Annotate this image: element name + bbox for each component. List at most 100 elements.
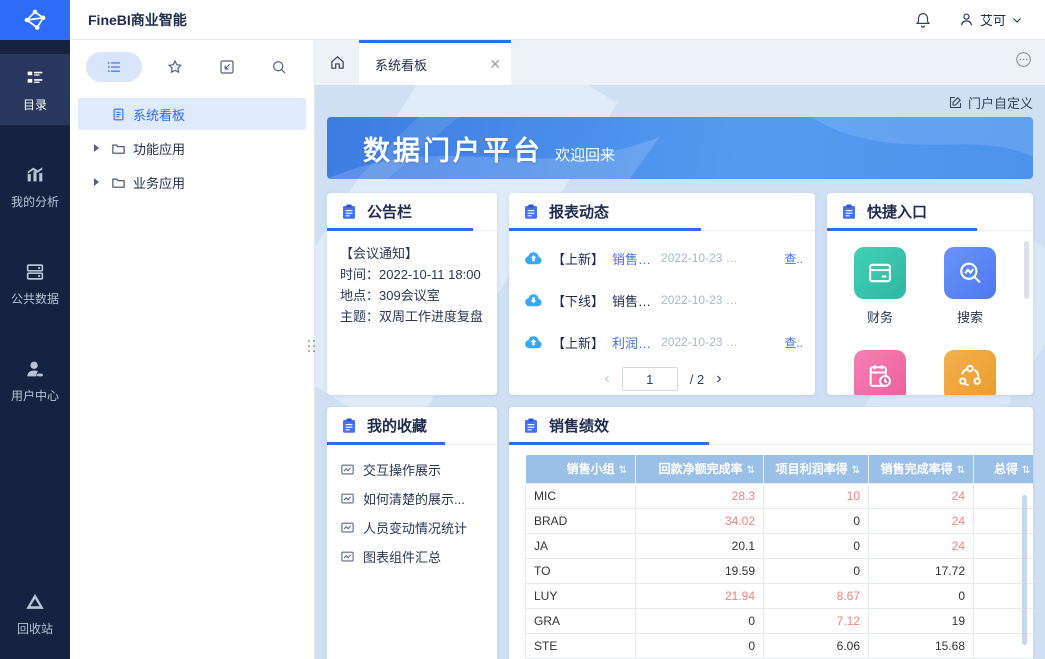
value-cell: 34.02 [636, 508, 764, 533]
sort-icon[interactable]: ⇅ [747, 465, 755, 476]
card-header: 快捷入口 [827, 193, 1033, 231]
tree-item-function-apps[interactable]: 功能应用 [78, 132, 306, 164]
view-link[interactable]: 查.. [784, 334, 803, 351]
quick-entry-card: 快捷入口 财务 [827, 193, 1033, 395]
logo-network-icon [22, 7, 48, 33]
notification-bell-icon[interactable] [910, 7, 936, 33]
report-item[interactable]: 【下线】 销售… 2022-10-23 … [523, 279, 803, 321]
card-title: 公告栏 [367, 201, 412, 222]
sort-icon[interactable]: ⇅ [619, 465, 627, 476]
tree-item-business-apps[interactable]: 业务应用 [78, 166, 306, 198]
column-header[interactable]: 项目利润率得⇅ [764, 455, 869, 483]
clipboard-icon [340, 417, 358, 435]
folder-icon [111, 175, 126, 190]
quick-tile-search[interactable]: 搜索 [944, 247, 996, 326]
favorites-star-button[interactable] [156, 52, 194, 82]
sort-icon[interactable]: ⇅ [1022, 465, 1030, 476]
quick-tile-finance[interactable]: 财务 [854, 247, 906, 326]
expand-caret-icon[interactable] [94, 144, 104, 152]
report-link[interactable]: 销售… [612, 249, 651, 268]
column-header[interactable]: 回款净额完成率⇅ [636, 455, 764, 483]
tab-system-dashboard[interactable]: 系统看板 ✕ [359, 40, 511, 85]
team-cell: JA [526, 533, 636, 558]
tab-more-options-icon[interactable] [1014, 50, 1033, 72]
banner-title: 数据门户平台 [363, 129, 543, 168]
card-scrollbar[interactable] [1024, 241, 1029, 299]
quick-tile-share[interactable] [944, 350, 996, 395]
report-prefix: 【上新】 [552, 249, 604, 268]
pagination: ‹ / 2 › [523, 367, 803, 391]
tab-close-icon[interactable]: ✕ [489, 57, 501, 71]
cards-row-2: 我的收藏 交互操作展示 如何清楚的展示... [327, 407, 1033, 659]
sidebar-item-my-analysis[interactable]: 我的分析 [0, 151, 70, 222]
schedule-clock-icon [866, 362, 894, 390]
report-item[interactable]: 【上新】 利润… 2022-10-23 … 查.. [523, 321, 803, 363]
table-row: MIC28.31024 [526, 483, 1034, 508]
column-header[interactable]: 销售小组⇅ [526, 455, 636, 483]
chart-report-icon [340, 491, 355, 506]
sidebar-item-public-data[interactable]: 公共数据 [0, 248, 70, 319]
sort-icon[interactable]: ⇅ [957, 465, 965, 476]
favorite-item[interactable]: 图表组件汇总 [340, 542, 484, 571]
table-row: JA20.1024 [526, 533, 1034, 558]
user-menu[interactable]: 艾可 [958, 10, 1023, 29]
sidebar-item-catalog[interactable]: 目录 [0, 54, 70, 125]
page-total: / 2 [690, 372, 704, 387]
view-link[interactable]: 查.. [784, 250, 803, 267]
favorite-label: 图表组件汇总 [363, 547, 441, 566]
title-underline [327, 442, 445, 445]
home-tab-button[interactable] [315, 40, 359, 85]
catalog-panel: 系统看板 功能应用 业务应用 [70, 40, 315, 659]
prev-page-icon[interactable]: ‹ [604, 371, 609, 387]
top-bar-right: 艾可 [910, 7, 1045, 33]
column-header[interactable]: 销售完成率得⇅ [869, 455, 974, 483]
favorite-item[interactable]: 如何清楚的展示... [340, 484, 484, 513]
value-cell: 24 [869, 483, 974, 508]
chart-report-icon [340, 462, 355, 477]
tab-bar: 系统看板 ✕ [315, 40, 1045, 85]
table-scrollbar[interactable] [1022, 495, 1027, 645]
clipboard-icon [340, 203, 358, 221]
tree-item-system-dashboard[interactable]: 系统看板 [78, 98, 306, 130]
value-cell: 0 [636, 633, 764, 658]
favorites-list: 交互操作展示 如何清楚的展示... 人员变动情况统计 图表组件汇总 [327, 445, 497, 581]
search-button[interactable] [260, 52, 298, 82]
quick-tile-label: 财务 [867, 307, 893, 326]
shared-to-me-button[interactable] [208, 52, 246, 82]
report-date: 2022-10-23 … [661, 293, 738, 307]
table-row: LUY21.948.670 [526, 583, 1034, 608]
title-underline [827, 228, 977, 231]
finebi-logo[interactable] [0, 0, 70, 40]
team-cell: STE [526, 633, 636, 658]
sidebar-spacer [0, 416, 70, 578]
sort-icon[interactable]: ⇅ [852, 465, 860, 476]
favorite-item[interactable]: 交互操作展示 [340, 455, 484, 484]
value-cell: 0 [764, 558, 869, 583]
portal-customize-button[interactable]: 门户自定义 [327, 89, 1033, 115]
favorite-item[interactable]: 人员变动情况统计 [340, 513, 484, 542]
next-page-icon[interactable]: › [716, 371, 721, 387]
report-item[interactable]: 【上新】 销售… 2022-10-23 … 查.. [523, 237, 803, 279]
customize-label: 门户自定义 [968, 93, 1033, 112]
panel-resize-handle[interactable] [308, 340, 315, 352]
table-row: BRAD34.02024 [526, 508, 1034, 533]
quick-entry-grid: 财务 搜索 [827, 231, 1033, 395]
tab-label: 系统看板 [375, 55, 481, 74]
cloud-download-icon [523, 290, 544, 311]
value-cell: 0 [869, 583, 974, 608]
column-header[interactable]: 总得⇅ [974, 455, 1034, 483]
card-header: 我的收藏 [327, 407, 497, 445]
page-input[interactable] [622, 367, 678, 391]
card-title: 报表动态 [549, 201, 609, 222]
sidebar-item-recycle-bin[interactable]: 回收站 [0, 578, 70, 649]
announcement-text: 【会议通知】 时间：2022-10-11 18:00 地点：309会议室 主题：… [327, 231, 497, 339]
report-link[interactable]: 利润… [612, 333, 651, 352]
quick-tile-schedule[interactable] [854, 350, 906, 395]
expand-caret-icon[interactable] [94, 178, 104, 186]
value-cell: 28.3 [636, 483, 764, 508]
report-prefix: 【上新】 [552, 333, 604, 352]
sidebar-item-user-center[interactable]: 用户中心 [0, 345, 70, 416]
sales-performance-card: 销售绩效 销售小组⇅回款净额完成率⇅项目利润率得⇅销售完成率得⇅总得⇅ MIC2… [509, 407, 1033, 659]
announcement-card: 公告栏 【会议通知】 时间：2022-10-11 18:00 地点：309会议室… [327, 193, 497, 395]
list-view-button[interactable] [86, 52, 142, 82]
